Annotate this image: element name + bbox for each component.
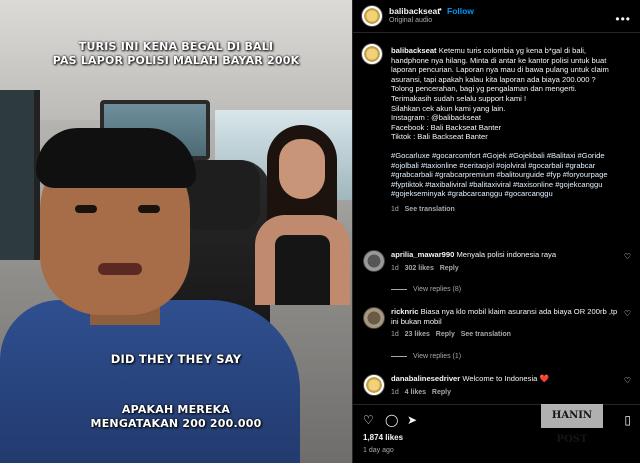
video-caption-bottom: APAKAH MEREKA MENGATAKAN 200 200.000 xyxy=(90,403,262,430)
view-replies-button[interactable]: View replies (8) xyxy=(391,286,461,293)
comment-username[interactable]: danabalinesedriver xyxy=(391,374,460,383)
comment-time: 1d xyxy=(391,264,399,272)
caption-line: Silahkan cek akun kami yang lain. xyxy=(391,103,506,113)
view-replies-button[interactable]: View replies (1) xyxy=(391,353,461,360)
caption-line: Tiktok : Bali Backseat Banter xyxy=(391,132,488,142)
comment-text: Menyala polisi indonesia raya xyxy=(456,250,557,259)
comment-likes[interactable]: 4 likes xyxy=(405,389,426,396)
replies-line xyxy=(391,288,407,290)
comment-like-icon[interactable]: ♡ xyxy=(624,376,631,385)
comment-icon[interactable]: ◯ xyxy=(385,413,398,427)
comment-likes[interactable]: 23 likes xyxy=(405,331,430,338)
caption-line: Tolong pencerahan, bagi yg pengalaman da… xyxy=(391,84,577,94)
original-audio-link[interactable]: Original audio xyxy=(389,17,432,24)
caption-time: 1d xyxy=(391,205,399,213)
caption-line: Ketemu turis colombia yg kena b*gal di b… xyxy=(438,46,587,55)
see-translation-link[interactable]: See translation xyxy=(405,206,455,213)
bookmark-icon[interactable]: ▯ xyxy=(624,413,631,427)
follow-button[interactable]: Follow xyxy=(447,6,474,16)
comment-time: 1d xyxy=(391,331,399,339)
see-translation-link[interactable]: See translation xyxy=(461,331,511,338)
caption-line: Facebook : Bali Backseat Banter xyxy=(391,122,502,132)
watermark-logo: HANIN POST xyxy=(541,404,603,445)
caption-line: asuransi, tapi apakah kalau kita laporan… xyxy=(391,74,596,84)
caption-hashtags[interactable]: #Gocarluxe #gocarcomfort #Gojek #Gojekba… xyxy=(391,151,631,199)
comment-time: 1d xyxy=(391,388,399,396)
avatar[interactable] xyxy=(361,5,383,27)
comment-text: Welcome to Indonesia ❤️ xyxy=(462,374,549,383)
reply-button[interactable]: Reply xyxy=(440,265,459,272)
more-horizontal-icon[interactable]: ••• xyxy=(615,12,631,26)
post-caption: balibackseat Ketemu turis colombia yg ke… xyxy=(391,46,631,215)
caption-line: Instagram : @balibackseat xyxy=(391,113,482,123)
video-player[interactable]: TURIS INI KENA BEGAL DI BALI PAS LAPOR P… xyxy=(0,0,352,463)
comment-avatar[interactable] xyxy=(363,307,385,329)
post-header: balibackseat • Follow Original audio ••• xyxy=(353,0,640,32)
comment-text: Biasa nya klo mobil klaim asuransi ada b… xyxy=(391,307,618,326)
reply-button[interactable]: Reply xyxy=(436,331,455,338)
caption-line: handphone nya hilang. Minta di antar ke … xyxy=(391,55,607,65)
caption-username[interactable]: balibackseat xyxy=(391,46,437,55)
separator-dot: • xyxy=(439,5,442,14)
replies-line xyxy=(391,355,407,357)
caption-line: Terimakasih sudah selalu support kami ! xyxy=(391,93,527,103)
comment-username[interactable]: aprilia_mawar990 xyxy=(391,250,454,259)
post-date: 1 day ago xyxy=(363,447,394,454)
video-caption-top: TURIS INI KENA BEGAL DI BALI PAS LAPOR P… xyxy=(52,40,300,67)
post-panel: balibackseat • Follow Original audio •••… xyxy=(352,0,640,463)
caption-avatar[interactable] xyxy=(361,43,383,65)
video-caption-middle: DID THEY THEY SAY xyxy=(110,352,242,366)
header-username[interactable]: balibackseat xyxy=(389,6,440,16)
comment-avatar[interactable] xyxy=(363,250,385,272)
comment-like-icon[interactable]: ♡ xyxy=(624,252,631,261)
caption-line: laporan pencurian. Laporan nya mau di ba… xyxy=(391,65,609,75)
divider xyxy=(353,32,640,33)
comment-like-icon[interactable]: ♡ xyxy=(624,309,631,318)
share-icon[interactable]: ➤ xyxy=(407,413,417,427)
comment-likes[interactable]: 302 likes xyxy=(405,265,434,272)
reply-button[interactable]: Reply xyxy=(432,389,451,396)
comment-username[interactable]: ricknric xyxy=(391,307,418,316)
likes-count[interactable]: 1,874 likes xyxy=(363,433,403,442)
heart-icon[interactable]: ♡ xyxy=(363,413,374,427)
comment-avatar[interactable] xyxy=(363,374,385,396)
